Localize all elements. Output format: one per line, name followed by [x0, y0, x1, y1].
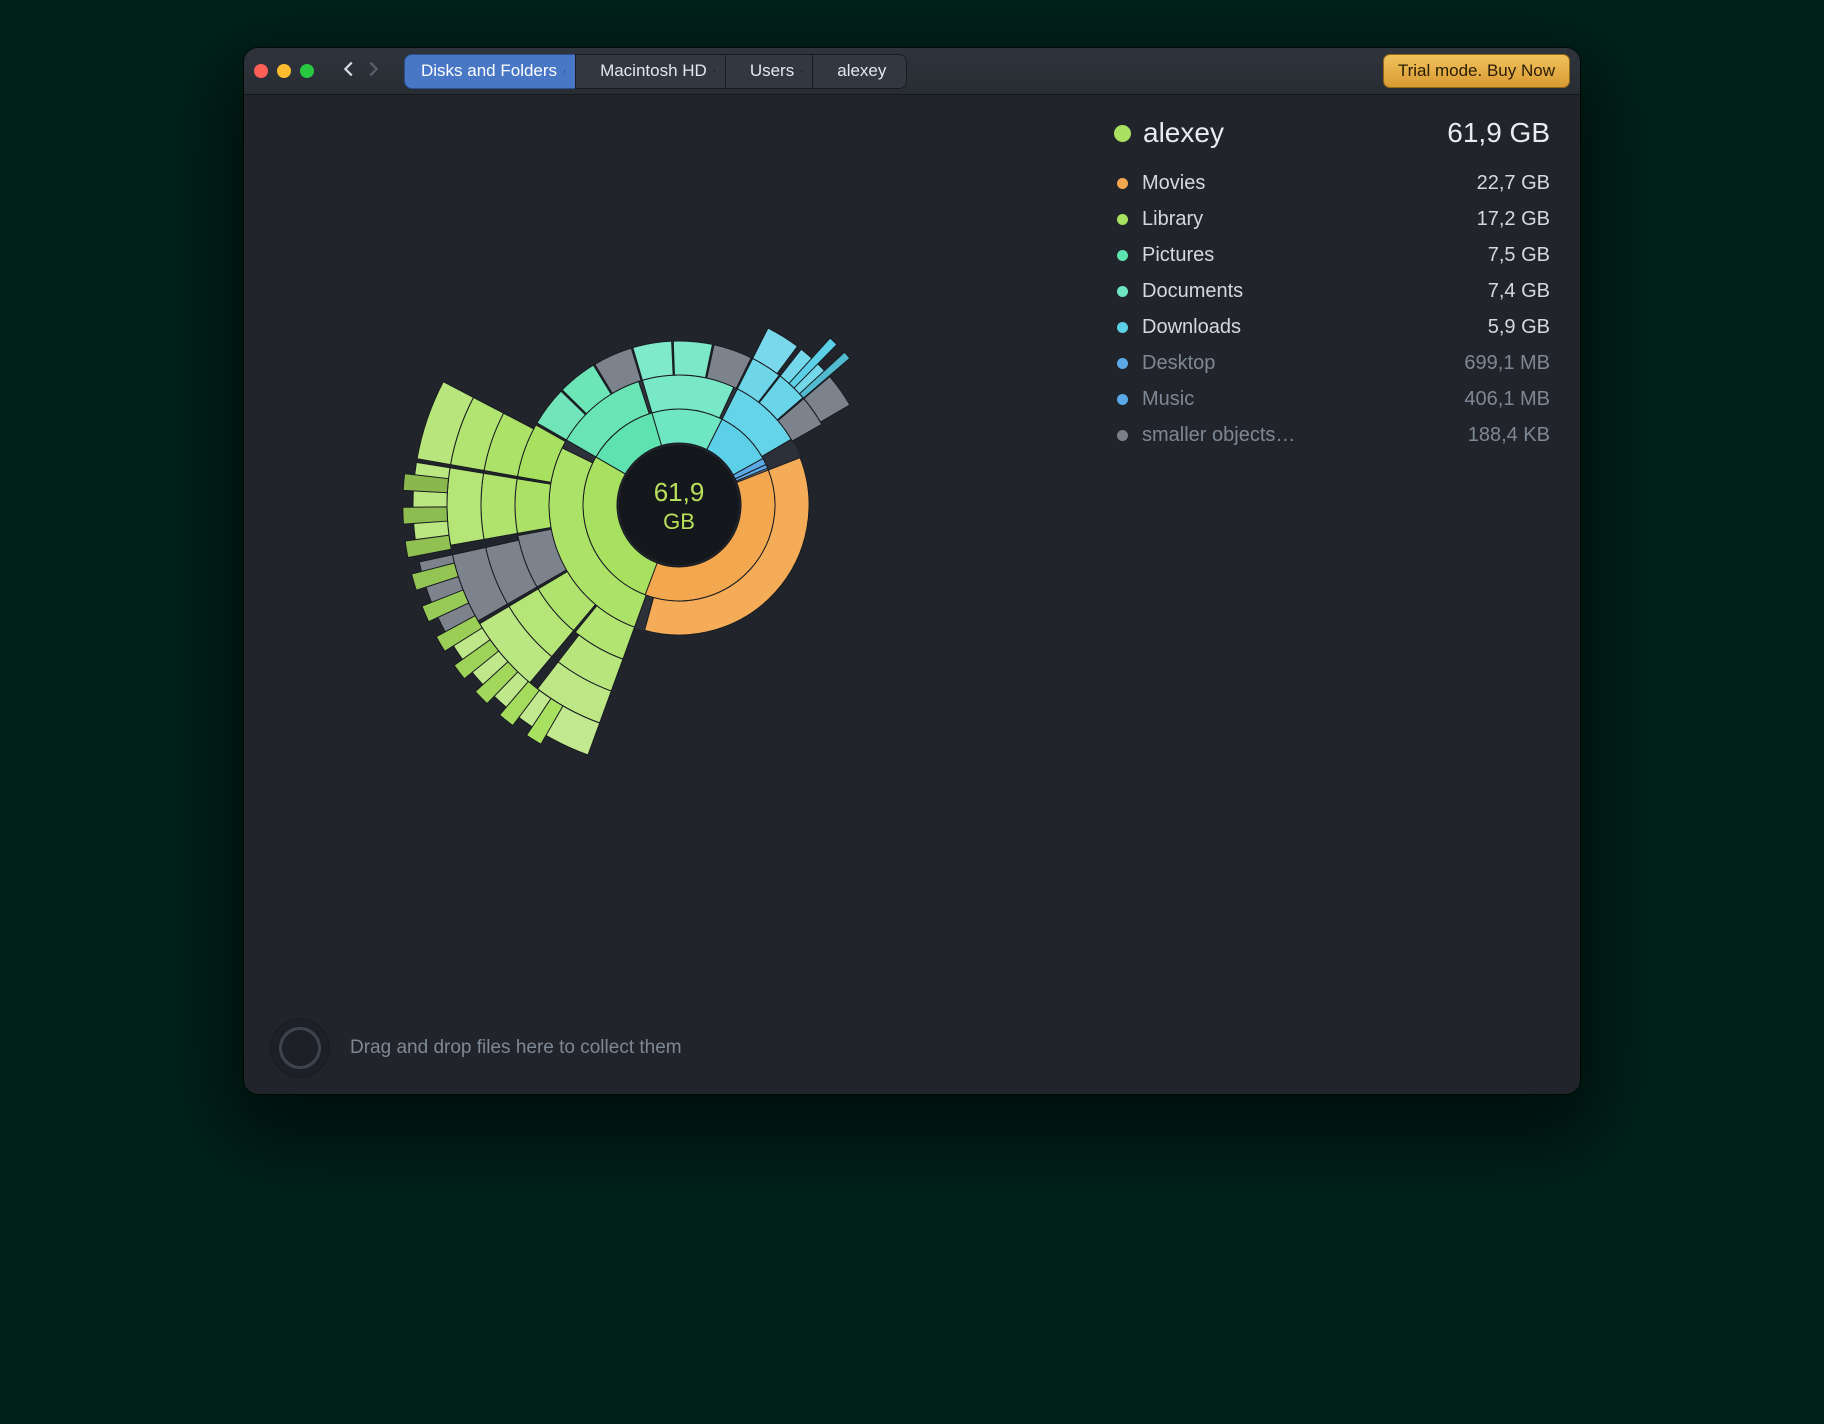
breadcrumb-label: Macintosh HD	[600, 61, 707, 81]
item-color-icon	[1117, 358, 1128, 369]
item-name: Documents	[1142, 275, 1243, 307]
breadcrumb-label: Disks and Folders	[421, 61, 557, 81]
breadcrumb-item[interactable]: Macintosh HD	[575, 54, 725, 89]
item-size: 188,4 KB	[1468, 419, 1550, 451]
sidebar: alexey 61,9 GB Movies 22,7 GB Library 17,2 …	[1114, 95, 1580, 1002]
item-color-icon	[1117, 250, 1128, 261]
list-item[interactable]: Downloads 5,9 GB	[1114, 311, 1550, 343]
minimize-icon[interactable]	[277, 64, 291, 78]
folder-size: 61,9 GB	[1447, 117, 1550, 149]
item-name: Downloads	[1142, 311, 1241, 343]
item-size: 22,7 GB	[1477, 167, 1550, 199]
folder-name: alexey	[1143, 117, 1224, 149]
list-item[interactable]: Music 406,1 MB	[1114, 383, 1550, 415]
item-name: smaller objects…	[1142, 419, 1295, 451]
trial-buy-button[interactable]: Trial mode. Buy Now	[1383, 54, 1570, 88]
list-item[interactable]: Library 17,2 GB	[1114, 203, 1550, 235]
folder-color-icon	[1114, 125, 1131, 142]
breadcrumb-item[interactable]: alexey	[812, 54, 907, 89]
chart-center-value: 61,9	[654, 477, 705, 507]
item-name: Music	[1142, 383, 1194, 415]
list-item[interactable]: Pictures 7,5 GB	[1114, 239, 1550, 271]
drop-target-icon	[270, 1018, 330, 1078]
app-window: Disks and Folders Macintosh HD Users ale…	[244, 48, 1580, 1094]
trial-label: Trial mode. Buy Now	[1398, 61, 1555, 81]
forward-button	[362, 58, 384, 85]
item-name: Desktop	[1142, 347, 1215, 379]
breadcrumb-label: alexey	[837, 61, 886, 81]
item-name: Pictures	[1142, 239, 1214, 271]
chart-center-unit: GB	[663, 509, 695, 534]
history-nav	[338, 58, 384, 85]
item-color-icon	[1117, 214, 1128, 225]
item-color-icon	[1117, 394, 1128, 405]
item-size: 7,4 GB	[1488, 275, 1550, 307]
list-item[interactable]: Documents 7,4 GB	[1114, 275, 1550, 307]
item-name: Library	[1142, 203, 1203, 235]
close-icon[interactable]	[254, 64, 268, 78]
item-size: 17,2 GB	[1477, 203, 1550, 235]
list-item[interactable]: smaller objects… 188,4 KB	[1114, 419, 1550, 451]
breadcrumb: Disks and Folders Macintosh HD Users ale…	[404, 55, 907, 88]
item-color-icon	[1117, 286, 1128, 297]
item-size: 5,9 GB	[1488, 311, 1550, 343]
drop-target-bar[interactable]: Drag and drop files here to collect them	[244, 1002, 1580, 1094]
fullscreen-icon[interactable]	[300, 64, 314, 78]
item-name: Movies	[1142, 167, 1205, 199]
sunburst-chart[interactable]: 61,9GB	[244, 95, 1114, 1002]
breadcrumb-root[interactable]: Disks and Folders	[404, 54, 575, 89]
item-color-icon	[1117, 178, 1128, 189]
list-item[interactable]: Desktop 699,1 MB	[1114, 347, 1550, 379]
main-area: 61,9GB alexey 61,9 GB Movies 22,7 GB Libra…	[244, 95, 1580, 1002]
folder-list: Movies 22,7 GB Library 17,2 GB Pictures 7,5 G…	[1114, 167, 1550, 451]
item-color-icon	[1117, 322, 1128, 333]
item-size: 406,1 MB	[1464, 383, 1550, 415]
back-button[interactable]	[338, 58, 360, 85]
breadcrumb-item[interactable]: Users	[725, 54, 812, 89]
breadcrumb-label: Users	[750, 61, 794, 81]
window-controls	[254, 64, 314, 78]
item-size: 699,1 MB	[1464, 347, 1550, 379]
list-item[interactable]: Movies 22,7 GB	[1114, 167, 1550, 199]
toolbar: Disks and Folders Macintosh HD Users ale…	[244, 48, 1580, 95]
item-color-icon	[1117, 430, 1128, 441]
drop-hint: Drag and drop files here to collect them	[350, 1037, 682, 1059]
sidebar-header[interactable]: alexey 61,9 GB	[1114, 117, 1550, 149]
item-size: 7,5 GB	[1488, 239, 1550, 271]
